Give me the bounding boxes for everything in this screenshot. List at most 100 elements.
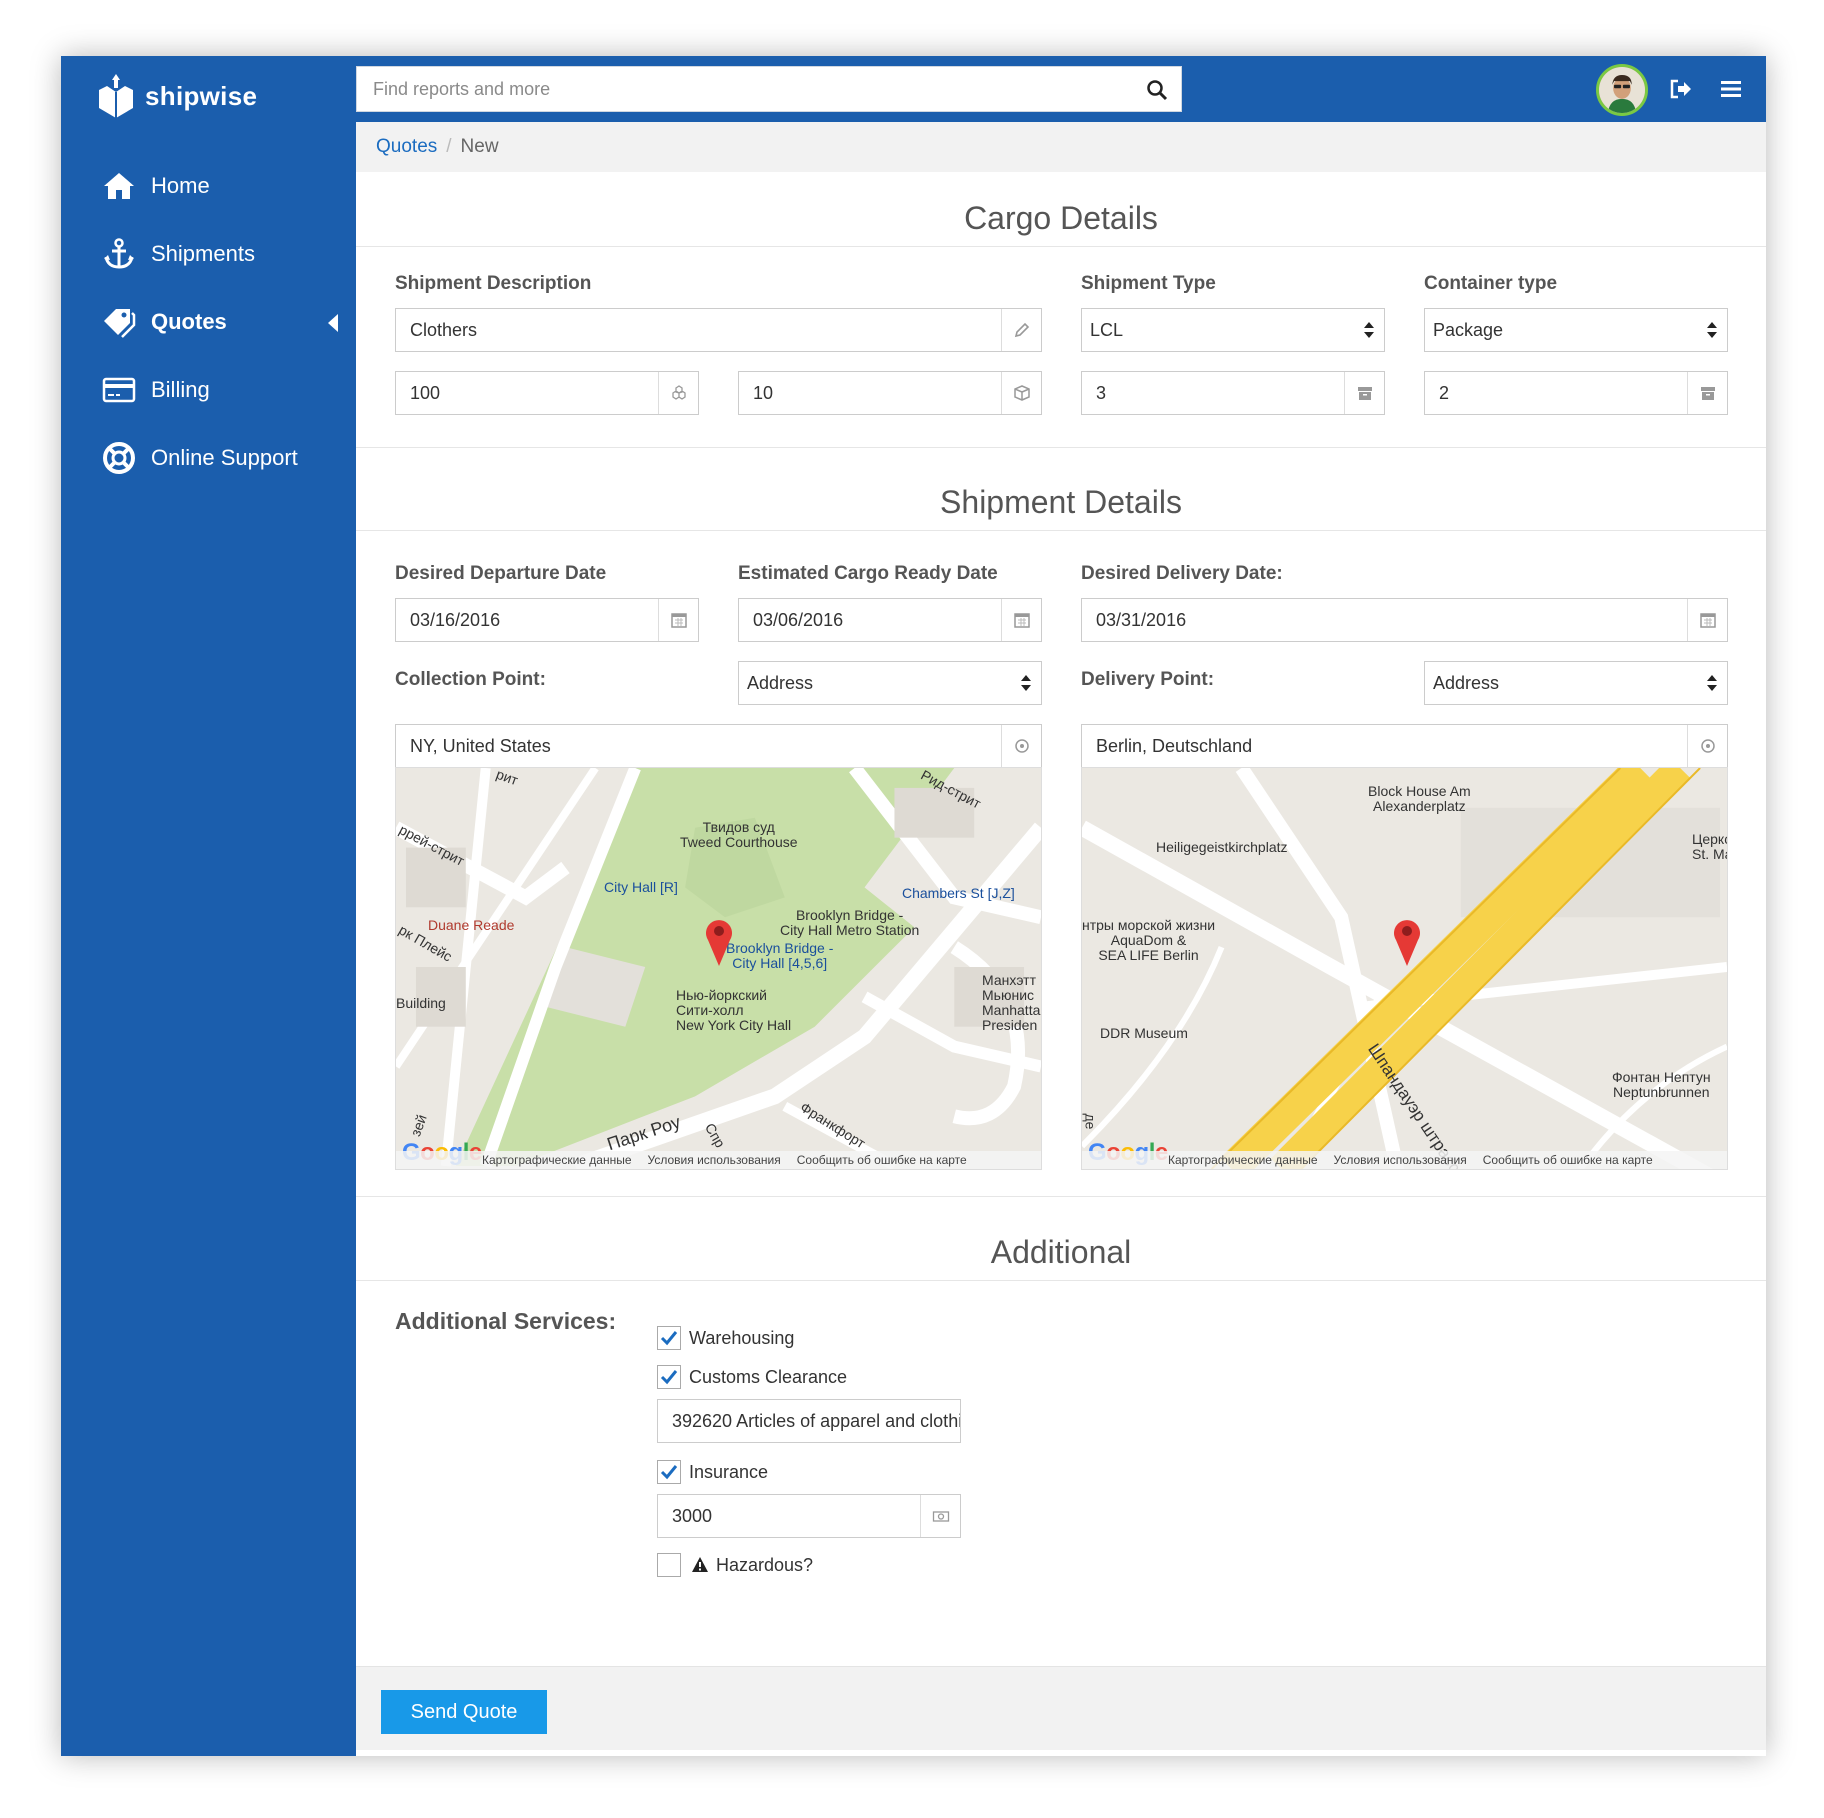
sidebar-item-home[interactable]: Home <box>61 152 356 220</box>
sidebar-item-label: Billing <box>151 377 210 402</box>
quantity-input-2[interactable]: 10 <box>738 371 1042 415</box>
collection-point-label: Collection Point: <box>395 669 546 690</box>
map-label: Block House Am Alexanderplatz <box>1368 783 1471 814</box>
customs-clearance-checkbox[interactable] <box>657 1365 681 1389</box>
departure-date-input[interactable]: 03/16/2016 <box>395 598 699 642</box>
map-terms-link[interactable]: Условия использования <box>1334 1153 1467 1167</box>
cargo-details-title: Cargo Details <box>964 200 1158 236</box>
user-avatar[interactable] <box>1596 64 1648 116</box>
select-arrows-icon <box>1354 320 1384 340</box>
insurance-checkbox[interactable] <box>657 1460 681 1484</box>
map-terms-link[interactable]: Условия использования <box>648 1153 781 1167</box>
send-quote-button[interactable]: Send Quote <box>381 1690 547 1734</box>
quantity-input-4[interactable]: 2 <box>1424 371 1728 415</box>
collection-type-value: Address <box>747 672 814 693</box>
divider <box>356 530 1766 531</box>
brand-logo[interactable]: shipwise <box>97 70 257 122</box>
departure-date-value: 03/16/2016 <box>410 609 501 630</box>
delivery-map[interactable]: Block House Am Alexanderplatz Heiligegeis… <box>1081 767 1728 1170</box>
delivery-address-input[interactable]: Berlin, Deutschland <box>1081 724 1728 768</box>
archive-icon <box>1344 372 1384 414</box>
customs-clearance-label: Customs Clearance <box>689 1367 848 1387</box>
search-input[interactable] <box>357 67 1117 111</box>
map-marker-icon[interactable] <box>704 916 734 966</box>
delivery-date-label: Desired Delivery Date: <box>1081 563 1283 584</box>
search-icon[interactable] <box>1145 78 1169 102</box>
map-data-link[interactable]: Картографические данные <box>482 1153 632 1167</box>
map-report-link[interactable]: Сообщить об ошибке на карте <box>797 1153 967 1167</box>
delivery-date-value: 03/31/2016 <box>1096 609 1187 630</box>
archive-icon <box>1687 372 1727 414</box>
insurance-value-input[interactable]: 3000 <box>657 1494 961 1538</box>
delivery-date-input[interactable]: 03/31/2016 <box>1081 598 1728 642</box>
calendar-icon[interactable] <box>1001 599 1041 641</box>
map-marker-icon[interactable] <box>1392 916 1422 966</box>
map-label: Манхэтт Мьюнис Manhatta Presiden <box>982 972 1041 1033</box>
map-label: Chambers St [J,Z] <box>902 885 1015 901</box>
hazardous-checkbox[interactable] <box>657 1553 681 1577</box>
customs-code-input[interactable]: 392620 Articles of apparel and clothing <box>657 1399 961 1443</box>
quantity-input-1[interactable]: 100 <box>395 371 699 415</box>
sign-out-icon[interactable] <box>1668 76 1694 102</box>
insurance-value: 3000 <box>672 1505 713 1526</box>
divider <box>356 1196 1766 1197</box>
map-label: Фонтан Нептун Neptunbrunnen <box>1612 1069 1711 1100</box>
quantity-value: 3 <box>1096 382 1107 403</box>
ready-date-value: 03/06/2016 <box>753 609 844 630</box>
sidebar-item-quotes[interactable]: Quotes <box>61 288 356 356</box>
map-label: Building <box>396 995 446 1011</box>
warehousing-label: Warehousing <box>689 1328 795 1348</box>
sidebar: shipwise Home Shipments Quotes Billing O… <box>61 56 356 1756</box>
ready-date-input[interactable]: 03/06/2016 <box>738 598 1042 642</box>
breadcrumb: Quotes / New <box>356 122 1766 172</box>
map-data-link[interactable]: Картографические данные <box>1168 1153 1318 1167</box>
shipment-type-value: LCL <box>1090 319 1124 340</box>
pencil-icon <box>1001 309 1041 351</box>
insurance-label: Insurance <box>689 1462 769 1482</box>
map-label: DDR Museum <box>1100 1025 1188 1041</box>
delivery-type-select[interactable]: Address <box>1424 661 1728 705</box>
map-label: City Hall [R] <box>604 879 678 895</box>
select-arrows-icon <box>1011 673 1041 693</box>
map-label: Brooklyn Bridge - City Hall [4,5,6] <box>726 940 834 971</box>
hamburger-menu-icon[interactable] <box>1718 76 1744 102</box>
calendar-icon[interactable] <box>658 599 698 641</box>
crosshair-icon[interactable] <box>1687 725 1727 767</box>
shipment-description-input[interactable]: Clothers <box>395 308 1042 352</box>
map-label: Duane Reade <box>428 917 515 933</box>
form-actions-bar <box>356 1666 1766 1750</box>
sidebar-item-online-support[interactable]: Online Support <box>61 424 356 492</box>
warehousing-checkbox[interactable] <box>657 1326 681 1350</box>
collection-map[interactable]: Твидов суд Tweed Courthouse City Hall [R]… <box>395 767 1042 1170</box>
ready-date-label: Estimated Cargo Ready Date <box>738 563 998 584</box>
sidebar-nav: Home Shipments Quotes Billing Online Sup… <box>61 152 356 492</box>
additional-services-label: Additional Services: <box>395 1308 617 1334</box>
money-icon <box>920 1495 960 1537</box>
calendar-icon[interactable] <box>1687 599 1727 641</box>
active-caret-icon <box>328 314 338 332</box>
map-label: де <box>1082 1113 1099 1130</box>
divider <box>356 1280 1766 1281</box>
anchor-icon <box>101 236 137 272</box>
tags-icon <box>101 304 137 340</box>
breadcrumb-link-quotes[interactable]: Quotes <box>376 136 437 158</box>
additional-title: Additional <box>990 1234 1132 1270</box>
main-content: Quotes / New Cargo Details Shipment Desc… <box>356 122 1766 1756</box>
container-type-select[interactable]: Package <box>1424 308 1728 352</box>
cube-icon <box>1001 372 1041 414</box>
sidebar-item-shipments[interactable]: Shipments <box>61 220 356 288</box>
collection-address-input[interactable]: NY, United States <box>395 724 1042 768</box>
quantity-value: 10 <box>753 382 774 403</box>
collection-type-select[interactable]: Address <box>738 661 1042 705</box>
sidebar-item-billing[interactable]: Billing <box>61 356 356 424</box>
home-icon <box>101 168 137 204</box>
quantity-input-3[interactable]: 3 <box>1081 371 1385 415</box>
map-label: Heiligegeistkirchplatz <box>1156 839 1288 855</box>
checkmark-icon <box>660 1331 678 1346</box>
shipment-type-select[interactable]: LCL <box>1081 308 1385 352</box>
quantity-value: 100 <box>410 382 441 403</box>
checkmark-icon <box>660 1370 678 1385</box>
crosshair-icon[interactable] <box>1001 725 1041 767</box>
map-report-link[interactable]: Сообщить об ошибке на карте <box>1483 1153 1653 1167</box>
map-label: Твидов суд Tweed Courthouse <box>680 819 798 850</box>
